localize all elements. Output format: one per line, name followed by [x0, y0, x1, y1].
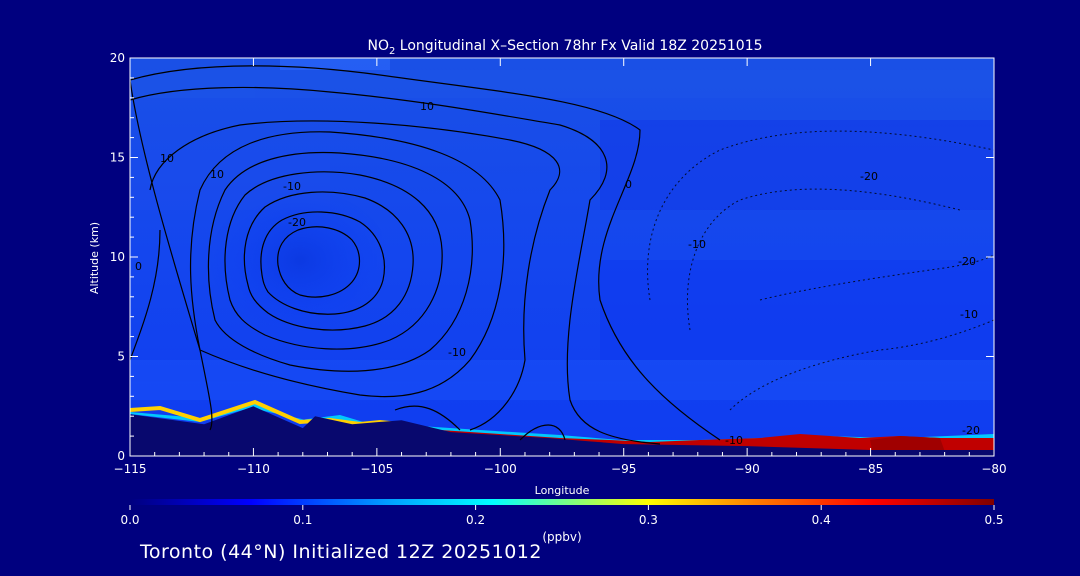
contour-label: -10 [688, 238, 706, 251]
contour-label: -20 [288, 216, 306, 229]
chart-svg: NO2 Longitudinal X–Section 78hr Fx Valid… [88, 38, 1007, 544]
x-tick-label: −115 [114, 462, 147, 476]
contour-label: -10 [725, 434, 743, 447]
colorbar-tick-label: 0.1 [293, 513, 312, 527]
footer-caption: Toronto (44°N) Initialized 12Z 20251012 [140, 541, 542, 563]
colorbar-tick-label: 0.2 [466, 513, 485, 527]
colorbar-bar [130, 499, 994, 505]
colorbar-ticks: 0.0 0.1 0.2 0.3 0.4 0.5 [120, 505, 1004, 527]
y-tick-label: 15 [110, 151, 125, 165]
colorbar-tick-label: 0.5 [984, 513, 1003, 527]
x-tick-label: −105 [360, 462, 393, 476]
contour-label: 10 [210, 168, 224, 181]
contour-label: -10 [283, 180, 301, 193]
x-tick-label: −100 [484, 462, 517, 476]
contour-label: -10 [448, 346, 466, 359]
y-tick-label: 10 [110, 250, 125, 264]
contour-label: 10 [160, 152, 174, 165]
x-tick-label: −110 [237, 462, 270, 476]
x-tick-label: −80 [981, 462, 1006, 476]
contour-label: -20 [958, 255, 976, 268]
contour-label: -20 [860, 170, 878, 183]
colorbar-tick-label: 0.0 [120, 513, 139, 527]
y-tick-label: 5 [117, 350, 125, 364]
contour-label: -10 [960, 308, 978, 321]
colorbar: 0.0 0.1 0.2 0.3 0.4 0.5 (ppbv) [120, 499, 1004, 544]
colorbar-tick-label: 0.4 [812, 513, 831, 527]
x-axis-label: Longitude [535, 484, 590, 497]
contour-label: 0 [625, 178, 632, 191]
contour-label: -20 [962, 424, 980, 437]
x-tick-label: −95 [611, 462, 636, 476]
plot-area: 10 10 0 10 -20 -10 -20 -10 0 -10 -20 -10… [130, 58, 994, 456]
y-tick-label: 0 [117, 449, 125, 463]
x-tick-label: −85 [858, 462, 883, 476]
contour-label: 10 [420, 100, 434, 113]
x-tick-label: −90 [734, 462, 759, 476]
contour-label: 0 [135, 260, 142, 273]
chart-title: NO2 Longitudinal X–Section 78hr Fx Valid… [367, 38, 762, 57]
colorbar-label: (ppbv) [542, 530, 581, 544]
y-tick-label: 20 [110, 51, 125, 65]
colorbar-tick-label: 0.3 [639, 513, 658, 527]
y-axis-label: Altitude (km) [88, 222, 101, 294]
